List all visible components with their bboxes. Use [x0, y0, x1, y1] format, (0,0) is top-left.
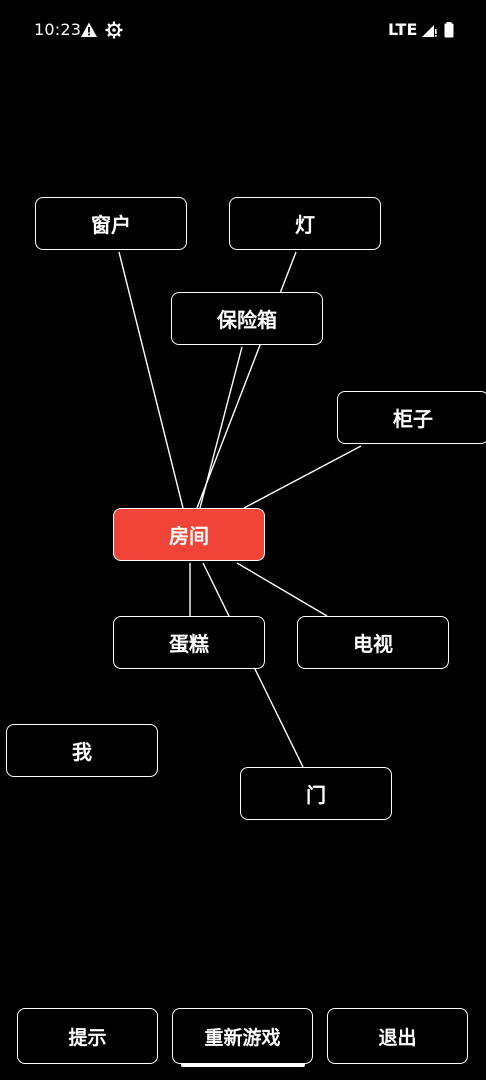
node-lamp[interactable]: 灯 [229, 197, 381, 250]
restart-button[interactable]: 重新游戏 [172, 1008, 313, 1064]
edge-room-lamp [196, 251, 297, 509]
node-cabinet[interactable]: 柜子 [337, 391, 486, 444]
hint-button[interactable]: 提示 [17, 1008, 158, 1064]
edge-room-cabinet [243, 445, 362, 509]
node-tv[interactable]: 电视 [297, 616, 449, 669]
node-safe[interactable]: 保险箱 [171, 292, 323, 345]
node-room-center[interactable]: 房间 [113, 508, 265, 561]
node-door[interactable]: 门 [240, 767, 392, 820]
edge-room-tv [236, 562, 328, 617]
gesture-navigation-bar[interactable] [181, 1063, 305, 1067]
edge-room-window [118, 251, 184, 509]
node-window[interactable]: 窗户 [35, 197, 187, 250]
edge-room-safe [199, 346, 243, 509]
node-cake[interactable]: 蛋糕 [113, 616, 265, 669]
exit-button[interactable]: 退出 [327, 1008, 468, 1064]
node-me[interactable]: 我 [6, 724, 158, 777]
